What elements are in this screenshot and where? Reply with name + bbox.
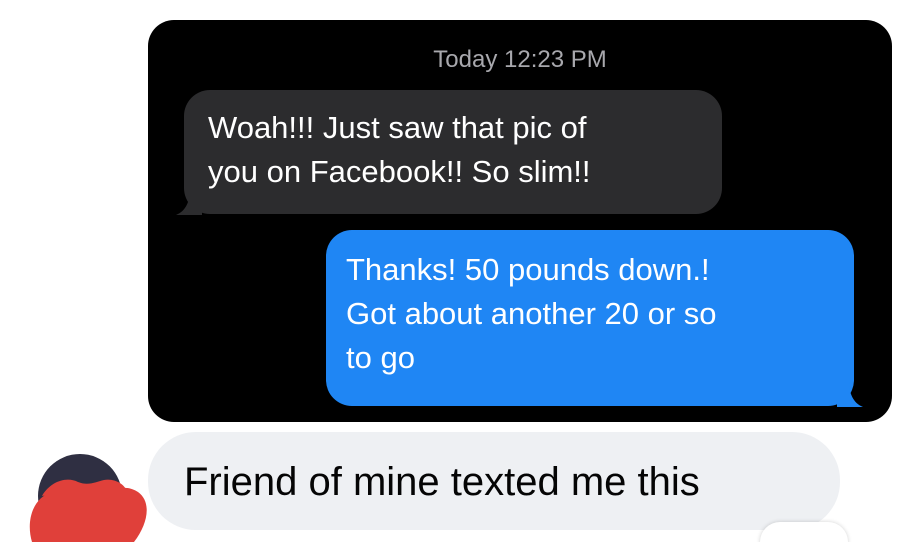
comment-text: Friend of mine texted me this: [184, 460, 700, 504]
outgoing-message-line: to go: [346, 340, 415, 375]
incoming-bubble-tail: [176, 189, 202, 215]
text-message-screenshot[interactable]: Today 12:23 PM Woah!!! Just saw that pic…: [148, 20, 892, 422]
incoming-message-bubble: Woah!!! Just saw that pic of you on Face…: [176, 90, 722, 215]
message-timestamp: Today 12:23 PM: [433, 46, 607, 73]
comment-bubble: Friend of mine texted me this: [148, 432, 840, 530]
outgoing-message-line: Got about another 20 or so: [346, 296, 717, 331]
outgoing-message-bubble: Thanks! 50 pounds down.! Got about anoth…: [326, 230, 863, 407]
commenter-avatar[interactable]: [22, 452, 152, 542]
redacted-avatar-icon: [29, 454, 147, 542]
reaction-badge[interactable]: [760, 522, 848, 542]
outgoing-bubble-tail: [837, 381, 863, 407]
outgoing-message-line: Thanks! 50 pounds down.!: [346, 252, 710, 287]
post-comment-view: Today 12:23 PM Woah!!! Just saw that pic…: [0, 0, 918, 542]
incoming-message-line: Woah!!! Just saw that pic of: [208, 110, 587, 145]
incoming-message-line: you on Facebook!! So slim!!: [208, 154, 591, 189]
